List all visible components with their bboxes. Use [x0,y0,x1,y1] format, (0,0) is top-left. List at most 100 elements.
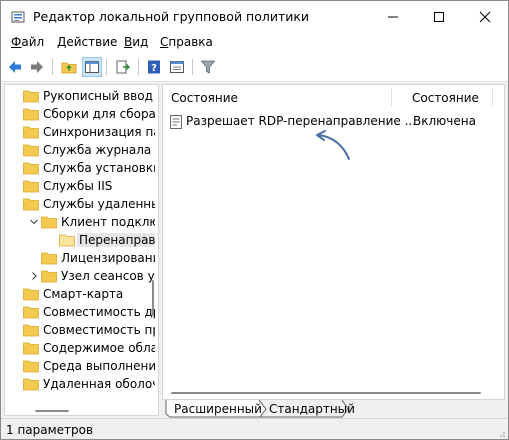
folder-icon [23,89,39,103]
tree-item[interactable]: Среда выполнения [5,357,155,376]
list-horizontal-scrollbar[interactable] [163,387,504,399]
minimize-button[interactable] [370,1,416,33]
gpedit-window: Редактор локальной групповой политики Фа… [0,0,509,440]
content-area: Рукописный ввод Сборки для сбора д Синхрон… [1,82,508,418]
properties-button[interactable] [167,57,187,77]
tree-item-label: Среда выполнения [43,359,155,373]
tree-item-label: Перенаправл [77,233,155,247]
folder-icon [41,269,57,283]
tree-item[interactable]: Перенаправл [5,231,155,250]
menu-help-label: правка [168,35,213,49]
settings-list-pane[interactable]: Состояние Состояние Разрешает RDP-перена… [162,84,505,400]
forward-arrow-icon [31,61,43,73]
help-button[interactable]: ? [144,57,164,77]
title-bar: Редактор локальной групповой политики [1,1,508,33]
close-icon [479,11,491,23]
tree-item-label: Совместимость при [43,323,155,337]
tree-item-label: Лицензировани [61,251,155,265]
column-header-state[interactable]: Состояние [392,85,492,109]
folder-icon [23,197,39,211]
toolbar: ? [1,53,508,82]
menu-action-label: ействие [66,35,118,49]
menu-view[interactable]: Вид [124,35,148,49]
folder-icon [23,143,39,157]
tree-item[interactable]: Служба журнала со [5,141,155,160]
back-arrow-icon [9,61,21,73]
folder-icon [23,125,39,139]
export-list-button[interactable] [113,57,133,77]
tree-item-label: Рукописный ввод [43,89,153,103]
filter-button[interactable] [198,57,218,77]
toolbar-separator [138,59,139,75]
tree-item[interactable]: Сборки для сбора д [5,105,155,124]
tree-item[interactable]: Совместимость дра [5,303,155,322]
folder-open-icon [59,233,75,247]
status-bar: 1 параметров [1,418,508,439]
tree-item[interactable]: Смарт-карта [5,285,155,304]
policy-setting-icon [170,115,182,129]
tab-extended[interactable]: Расширенный [174,402,262,419]
menu-file-label: айл [21,35,45,49]
toolbar-separator [192,59,193,75]
tree-scroll-thumb[interactable] [152,280,154,316]
tree-item[interactable]: Удаленная оболочк [5,375,155,394]
tree-item[interactable]: Клиент подключ [5,213,155,232]
view-tabs: Расширенный Стандартный [162,400,505,418]
tree-item-label: Смарт-карта [43,287,124,301]
folder-icon [41,215,57,229]
folder-icon [23,323,39,337]
console-tree[interactable]: Рукописный ввод Сборки для сбора д Синхрон… [4,84,159,416]
close-button[interactable] [462,1,508,33]
tree-item-label: Синхронизация пар [43,125,155,139]
tab-standard[interactable]: Стандартный [269,402,355,419]
column-divider[interactable] [492,88,493,106]
tree-vertical-scrollbar[interactable] [148,85,158,415]
toolbar-separator [106,59,107,75]
tree-item-label: Службы удаленных [43,197,155,211]
tree-item[interactable]: Совместимость при [5,321,155,340]
minimize-icon [388,16,398,18]
column-header-setting[interactable]: Состояние [163,85,391,109]
tree-item-label: Клиент подключ [61,215,155,229]
menu-help[interactable]: Справка [160,35,213,49]
forward-button[interactable] [27,57,47,77]
folder-icon [23,359,39,373]
menu-file-accel: Ф [11,35,22,49]
chevron-right-icon[interactable] [29,270,39,282]
maximize-button[interactable] [416,1,462,33]
folder-icon [23,179,39,193]
tree-item-label: Служба журнала со [43,143,155,157]
maximize-icon [434,12,444,22]
tree-item[interactable]: Рукописный ввод [5,87,155,106]
tree-item[interactable]: Службы IIS [5,177,155,196]
window-title: Редактор локальной групповой политики [33,9,310,24]
scroll-up-icon [149,85,157,93]
tree-item[interactable]: Службы удаленных [5,195,155,214]
tree-item[interactable]: Узел сеансов уд [5,267,155,286]
tree-item[interactable]: Лицензировани [5,249,155,268]
tree-horizontal-scrollbar[interactable] [5,405,148,415]
list-hscroll-thumb[interactable] [171,392,481,394]
resize-grip-icon[interactable] [496,428,506,438]
tree-item-label: Сборки для сбора д [43,107,155,121]
menu-action[interactable]: Действие [57,35,117,49]
toolbar-separator [52,59,53,75]
chevron-down-icon[interactable] [29,216,39,228]
folder-icon [23,305,39,319]
folder-icon [23,287,39,301]
show-hide-tree-button[interactable] [82,57,102,77]
status-text: 1 параметров [6,423,94,437]
menu-file[interactable]: Файл [11,35,44,49]
back-button[interactable] [5,57,25,77]
tree-item-label: Совместимость дра [43,305,155,319]
up-level-button[interactable] [59,57,79,77]
svg-text:?: ? [151,63,157,74]
tree-hscroll-thumb[interactable] [35,410,69,412]
tree-item[interactable]: Синхронизация пар [5,123,155,142]
properties-icon [170,61,184,73]
tree-item[interactable]: Содержимое облак [5,339,155,358]
policy-name: Разрешает RDP-перенаправление ... [186,114,417,128]
gpedit-app-icon [11,11,25,23]
tree-item[interactable]: Служба установки А [5,159,155,178]
console-tree-icon [85,61,99,73]
